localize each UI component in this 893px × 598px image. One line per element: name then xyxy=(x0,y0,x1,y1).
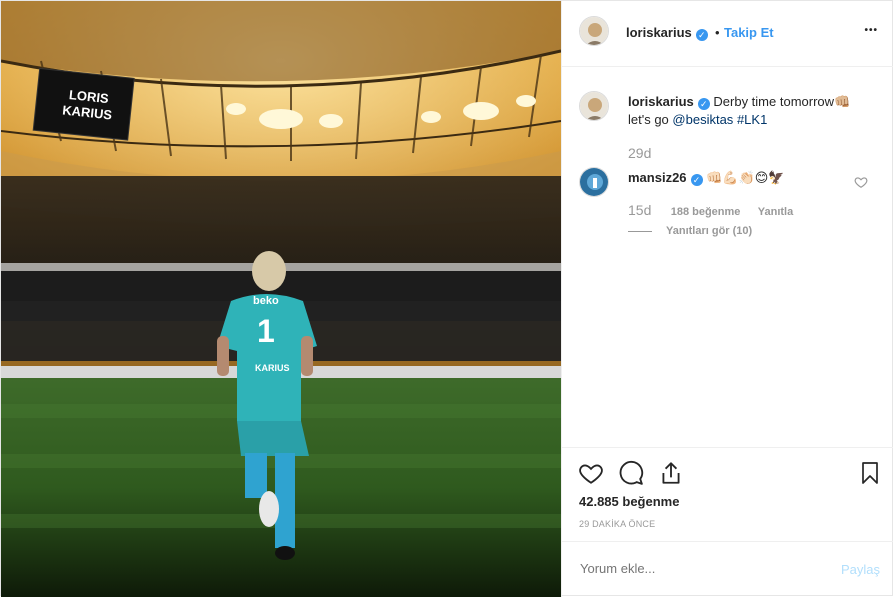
comment-username[interactable]: mansiz26 xyxy=(628,170,687,185)
replies-line xyxy=(628,230,652,232)
avatar-image xyxy=(580,168,608,196)
jersey-name: KARIUS xyxy=(255,363,290,373)
post-photo[interactable]: LORIS KARIUS beko 1 KARIUS xyxy=(1,1,561,597)
comment: mansiz26 ✓ 👊🏻💪🏻👏🏻😊🦅 xyxy=(628,169,848,187)
save-bookmark-icon[interactable] xyxy=(858,460,882,486)
post-time: 29 DAKİKA ÖNCE xyxy=(579,519,656,529)
jersey-number: 1 xyxy=(257,313,275,349)
caption-hashtag[interactable]: #LK1 xyxy=(737,112,767,127)
view-replies-button[interactable]: Yanıtları gör (10) xyxy=(666,225,752,237)
add-comment-bar: Paylaş xyxy=(562,541,893,598)
post-comment-button[interactable]: Paylaş xyxy=(841,562,880,577)
comment-input[interactable] xyxy=(578,560,822,577)
post-details-panel: loriskarius ✓ • Takip Et ••• loriskarius ✓… xyxy=(561,1,893,597)
follow-button[interactable]: Takip Et xyxy=(724,25,774,40)
comment-text: 👊🏻💪🏻👏🏻😊🦅 xyxy=(706,170,785,185)
caption-mention[interactable]: @besiktas xyxy=(672,112,733,127)
comment-age: 15d xyxy=(628,202,652,218)
reply-button[interactable]: Yanıtla xyxy=(758,206,793,218)
more-options-button[interactable]: ••• xyxy=(864,25,878,36)
avatar-image xyxy=(580,17,608,45)
comment-meta: 15d 188 beğenme Yanıtla xyxy=(628,202,793,218)
view-replies-row[interactable]: Yanıtları gör (10) xyxy=(628,225,752,237)
jersey-sponsor: beko xyxy=(253,295,279,307)
verified-icon: ✓ xyxy=(690,174,703,186)
caption-avatar[interactable] xyxy=(579,91,609,121)
caption: loriskarius ✓ Derby time tomorrow👊🏼 let's… xyxy=(628,93,868,129)
comment-likes[interactable]: 188 beğenme xyxy=(671,206,741,218)
avatar-image xyxy=(580,92,608,120)
caption-age: 29d xyxy=(628,145,652,161)
verified-icon: ✓ xyxy=(697,98,710,110)
post-header: loriskarius ✓ • Takip Et ••• xyxy=(562,1,893,67)
action-bar: 42.885 beğenme 29 DAKİKA ÖNCE xyxy=(562,447,893,529)
avatar[interactable] xyxy=(579,16,609,46)
comment-avatar[interactable] xyxy=(579,167,609,197)
post-author-name[interactable]: loriskarius xyxy=(626,25,692,40)
post-author[interactable]: loriskarius ✓ xyxy=(626,25,708,41)
like-heart-icon[interactable] xyxy=(578,460,604,486)
caption-username[interactable]: loriskarius xyxy=(628,94,694,109)
header-separator: • xyxy=(715,25,720,40)
comment-like-icon[interactable] xyxy=(854,175,868,189)
comment-icon[interactable] xyxy=(618,460,644,486)
verified-icon: ✓ xyxy=(695,29,708,41)
share-icon[interactable] xyxy=(658,460,684,486)
post-window: LORIS KARIUS beko 1 KARIUS loriskarius ✓ … xyxy=(0,0,893,597)
likes-count[interactable]: 42.885 beğenme xyxy=(579,494,679,509)
